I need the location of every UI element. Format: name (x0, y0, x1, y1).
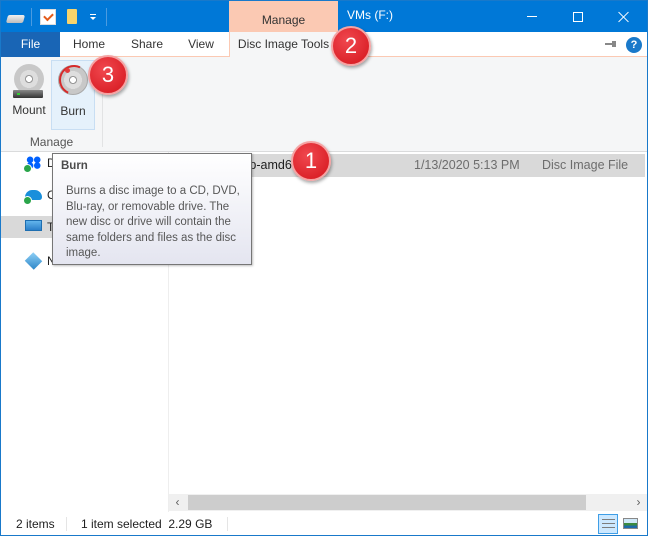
burn-arc (54, 60, 94, 100)
group-label-manage: Manage (29, 135, 74, 149)
callout-1: 1 (291, 141, 331, 181)
status-divider (227, 517, 228, 531)
tab-share[interactable]: Share (121, 32, 173, 57)
close-button[interactable] (601, 1, 647, 32)
tooltip-title: Burn (61, 160, 88, 172)
large-icons-view-button[interactable] (621, 514, 641, 534)
properties-icon[interactable] (40, 9, 56, 25)
close-icon (618, 11, 630, 23)
tab-file[interactable]: File (1, 32, 60, 57)
file-explorer-window: Manage VMs (F:) File Home Share View Dis… (0, 0, 648, 536)
sync-check-icon (23, 164, 32, 173)
details-view-button[interactable] (598, 514, 618, 534)
details-view-icon (602, 519, 615, 530)
burn-label: Burn (60, 104, 86, 118)
maximize-button[interactable] (555, 1, 601, 32)
scrollbar-thumb[interactable] (188, 495, 586, 510)
drive-icon[interactable] (5, 9, 26, 25)
burn-dot (65, 68, 70, 73)
minimize-icon (527, 16, 537, 17)
toolbar-divider (106, 8, 107, 26)
status-bar: 2 items 1 item selected 2.29 GB (1, 512, 647, 535)
drive-led (17, 93, 20, 95)
burn-tooltip: Burn Burns a disc image to a CD, DVD, Bl… (52, 153, 252, 265)
toolbar-divider (31, 8, 32, 26)
tab-view[interactable]: View (177, 32, 225, 57)
ribbon-tabs: File Home Share View Disc Image Tools ? (1, 32, 647, 58)
customize-dropdown-icon[interactable] (88, 12, 98, 22)
scroll-right-icon[interactable]: › (630, 494, 647, 511)
new-folder-icon[interactable] (64, 9, 80, 25)
large-icons-view-icon (623, 518, 638, 529)
mount-button[interactable]: Mount (7, 60, 51, 130)
network-icon (24, 252, 43, 270)
item-count: 2 items (16, 517, 55, 531)
tab-home[interactable]: Home (63, 32, 115, 57)
tooltip-body: Burns a disc image to a CD, DVD, Blu-ray… (66, 185, 240, 259)
this-pc-icon (25, 220, 42, 231)
pin-ribbon-icon[interactable] (605, 41, 617, 47)
file-type: Disc Image File (542, 158, 629, 172)
tab-disc-image-tools[interactable]: Disc Image Tools (229, 32, 338, 58)
context-tab-header: Manage (229, 1, 338, 32)
callout-3: 3 (88, 55, 128, 95)
horizontal-scrollbar[interactable]: ‹ › (169, 494, 647, 511)
status-divider (66, 517, 67, 531)
quick-access-toolbar (5, 7, 107, 27)
minimize-button[interactable] (509, 1, 555, 32)
mount-label: Mount (12, 103, 46, 117)
help-icon[interactable]: ? (626, 37, 642, 53)
selection-info: 1 item selected 2.29 GB (81, 517, 213, 531)
callout-2: 2 (331, 26, 371, 66)
scroll-left-icon[interactable]: ‹ (169, 494, 186, 511)
title-bar: Manage VMs (F:) (1, 1, 647, 32)
file-date-modified: 1/13/2020 5:13 PM (414, 158, 520, 172)
window-title: VMs (F:) (347, 8, 393, 22)
maximize-icon (573, 11, 583, 22)
sync-check-icon (23, 196, 32, 205)
